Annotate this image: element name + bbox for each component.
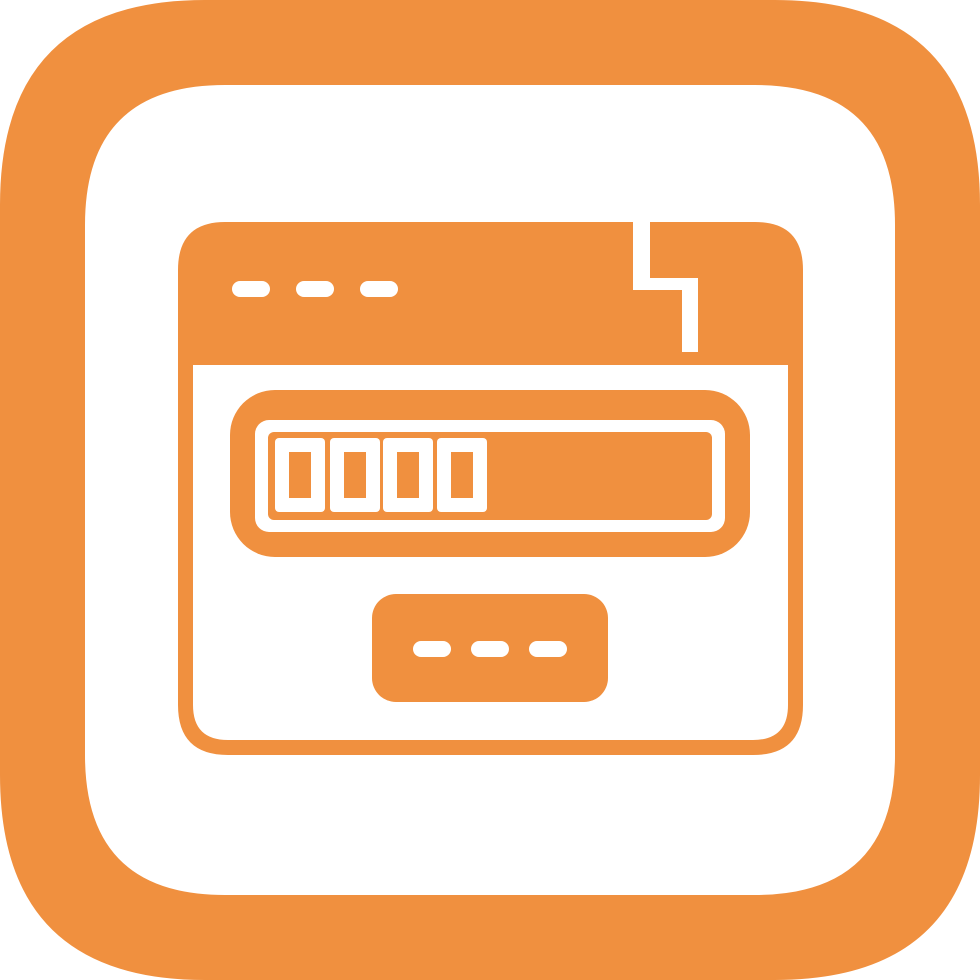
browser-password-icon [0, 0, 980, 980]
button-dot-3 [529, 641, 567, 657]
button-dot-2 [471, 641, 509, 657]
masked-digit-3-hole [397, 452, 419, 498]
masked-digit-2-hole [344, 452, 366, 498]
browser-window [178, 222, 803, 755]
icon-canvas [0, 0, 980, 980]
submit-button-graphic [372, 594, 608, 702]
title-dot-3 [360, 281, 398, 297]
title-dot-1 [232, 281, 270, 297]
title-bar-dots [232, 281, 398, 297]
title-dot-2 [296, 281, 334, 297]
masked-digit-1-hole [289, 452, 311, 498]
password-field [230, 390, 750, 557]
button-dot-1 [413, 641, 451, 657]
masked-digit-4-hole [451, 452, 473, 498]
